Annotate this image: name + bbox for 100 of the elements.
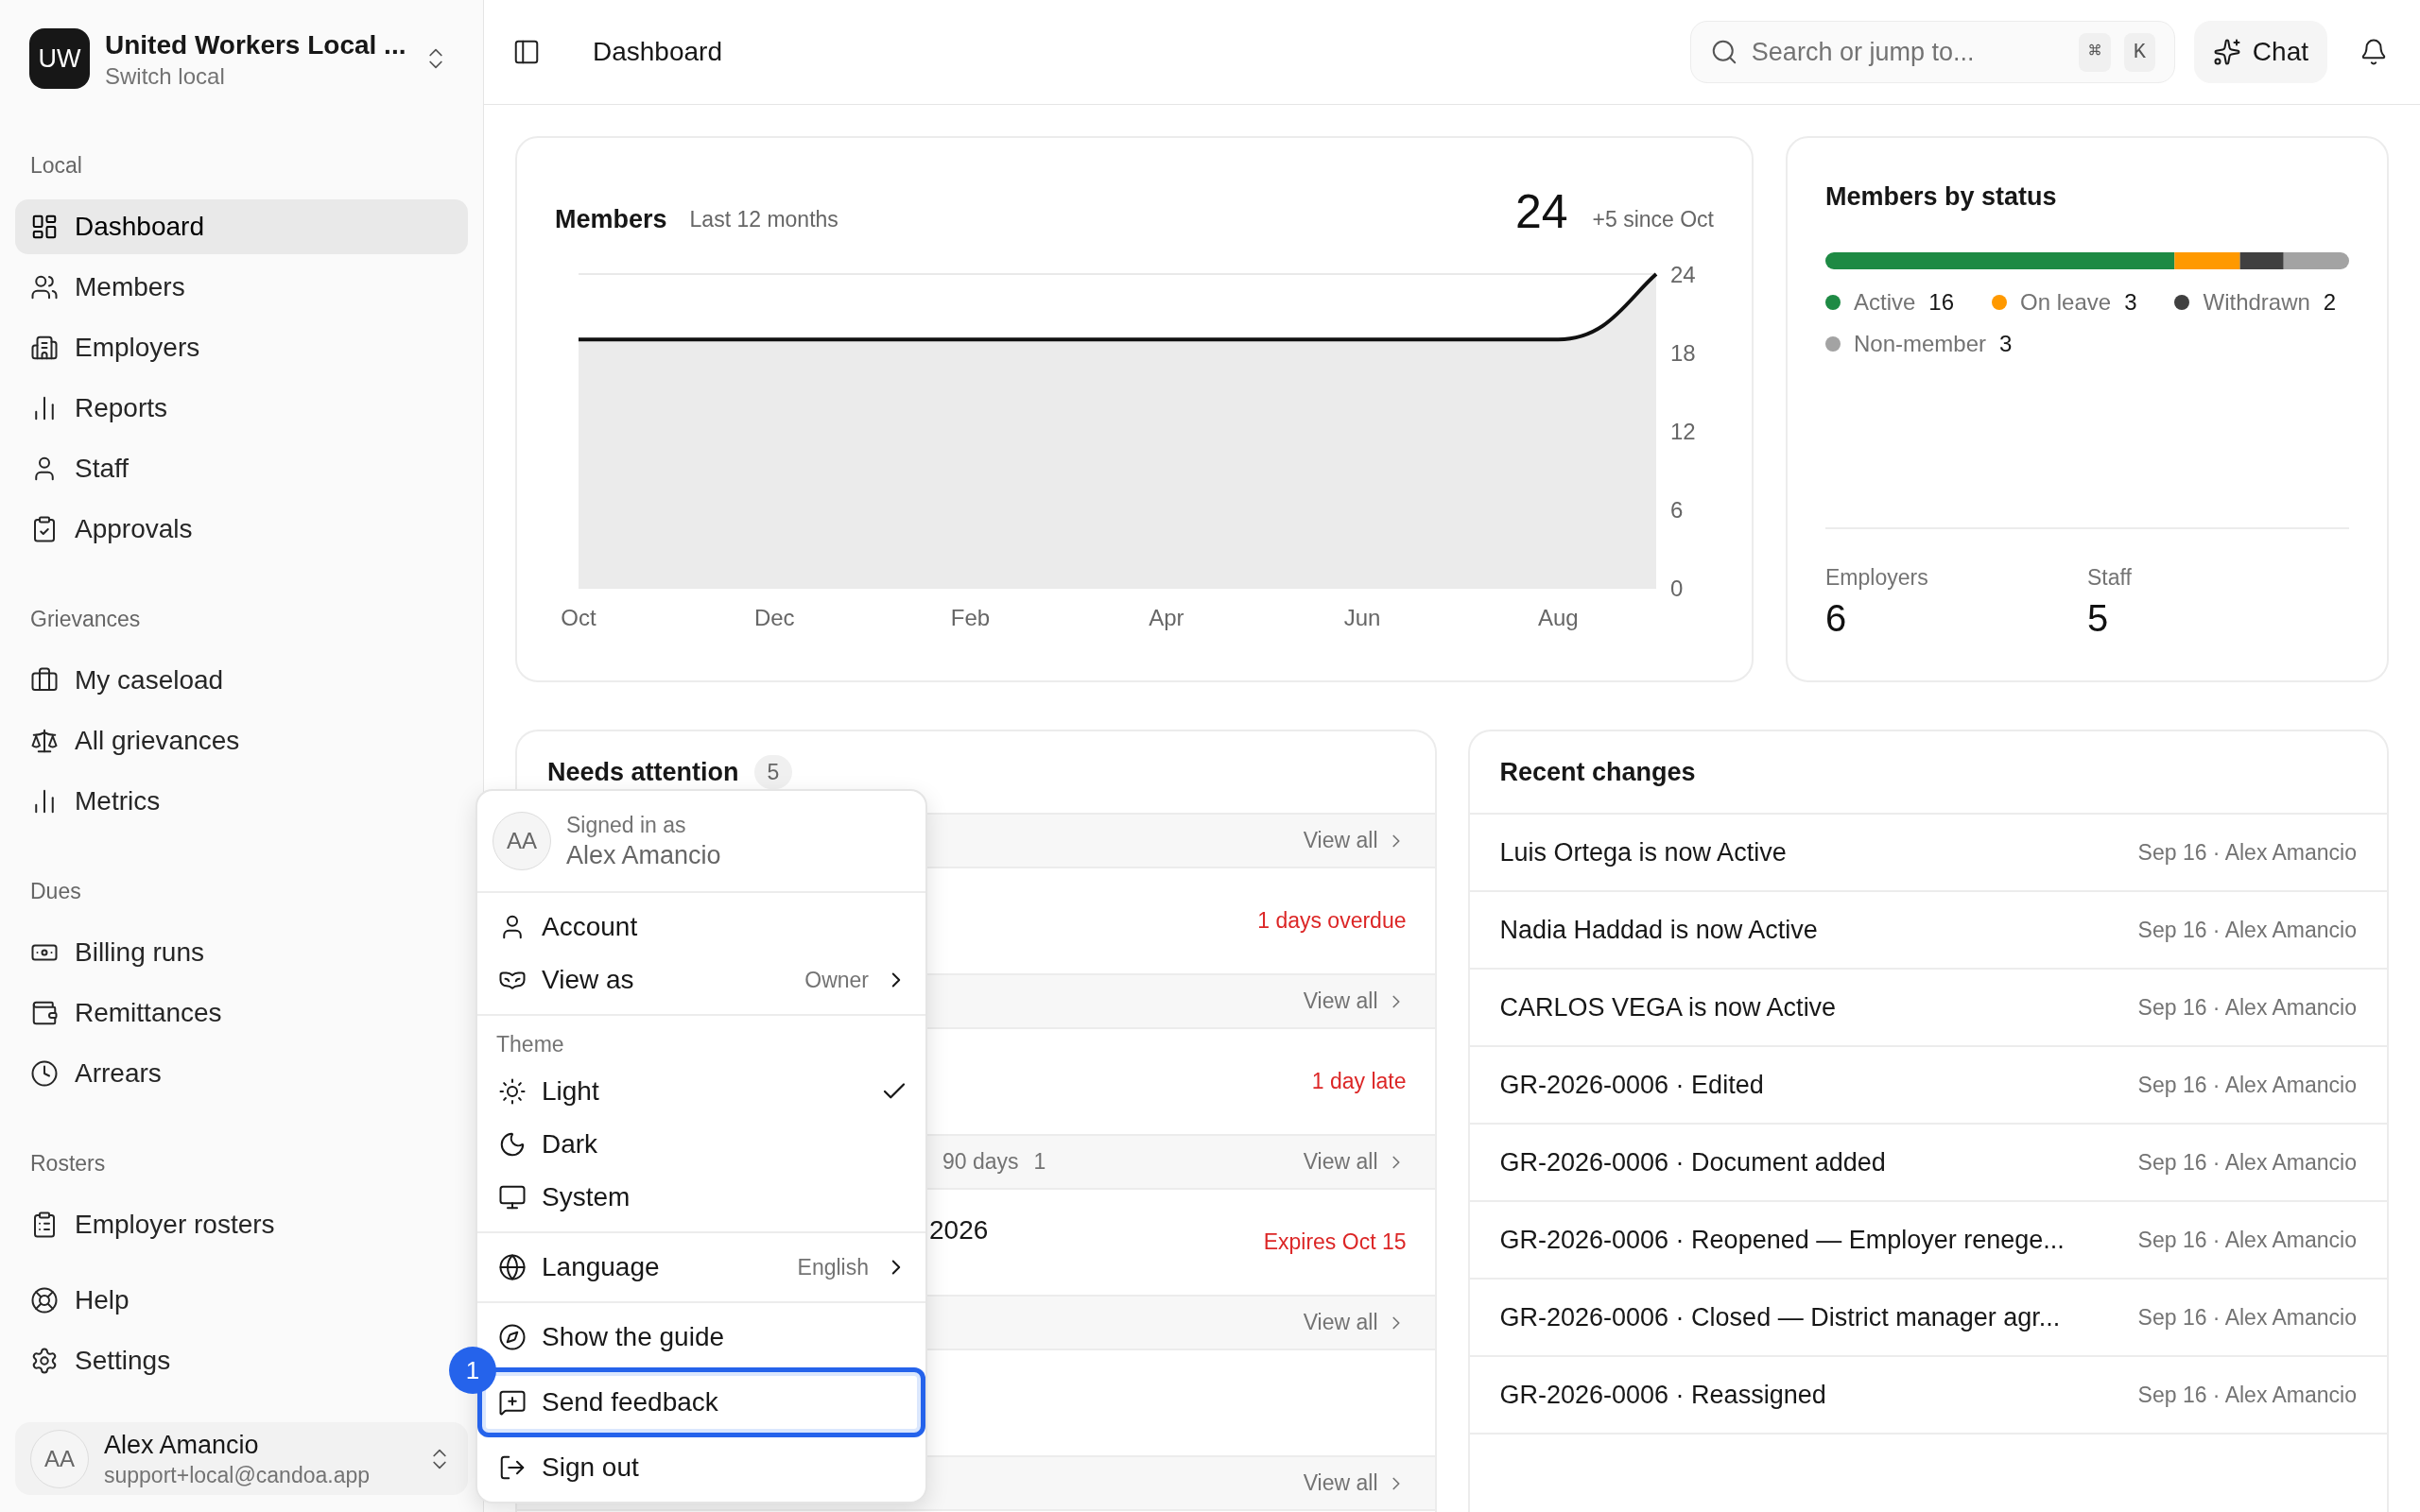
change-text: CARLOS VEGA is now Active — [1499, 991, 1838, 1023]
search-input[interactable]: Search or jump to... — [1751, 32, 2066, 72]
sidebar-toggle-icon[interactable] — [512, 38, 541, 66]
nav-item[interactable]: Arrears — [15, 1046, 468, 1101]
change-row[interactable]: GR-2026-0006 · Edited Sep 16 · Alex Amancio — [1469, 1047, 2387, 1125]
view-all-link[interactable]: View all — [1303, 985, 1407, 1018]
legend-count: 16 — [1928, 287, 1955, 317]
signed-in-name: Alex Amancio — [566, 840, 721, 871]
change-text: Nadia Haddad is now Active — [1499, 914, 1819, 946]
nav-item[interactable]: All grievances — [15, 713, 468, 768]
member-delta: +5 since Oct — [1592, 206, 1714, 233]
change-row[interactable]: Luis Ortega is now Active Sep 16 · Alex Amancio — [1469, 815, 2387, 892]
change-text: GR-2026-0006 · Reassigned — [1499, 1379, 1827, 1411]
nav-item[interactable]: Remittances — [15, 986, 468, 1040]
legend-label: Withdrawn — [2203, 287, 2310, 317]
theme-option[interactable]: System — [498, 1171, 925, 1224]
notifications-icon[interactable] — [2360, 38, 2388, 66]
legend-label: On leave — [2020, 287, 2112, 317]
change-row[interactable]: GR-2026-0006 · Document added Sep 16 · Alex Amancio — [1469, 1125, 2387, 1202]
view-all-link[interactable]: View all — [1303, 1306, 1407, 1339]
settings-icon — [30, 1347, 59, 1375]
nav-item[interactable]: My caseload — [15, 653, 468, 708]
change-meta: Sep 16 · Alex Amancio — [2137, 916, 2357, 944]
nav-item[interactable]: Employers — [15, 320, 468, 375]
item-status: Expires Oct 15 — [1263, 1228, 1407, 1257]
member-total: 24 — [1514, 185, 1568, 238]
change-row[interactable]: Nadia Haddad is now Active Sep 16 · Alex Amancio — [1469, 892, 2387, 970]
card-title: Recent changes — [1499, 756, 1696, 788]
view-all-link[interactable]: View all — [1303, 1145, 1407, 1178]
section-heading: Grievances — [29, 605, 142, 633]
stat-label: Staff — [2087, 563, 2133, 592]
chat-button[interactable]: Chat — [2193, 21, 2327, 83]
search-field[interactable]: Search or jump to... ⌘ K — [1689, 21, 2175, 83]
globe-icon — [498, 1253, 527, 1281]
nav-item[interactable]: Staff — [15, 441, 468, 496]
stat-label: Employers — [1825, 563, 1929, 592]
item-status: 1 day late — [1311, 1068, 1407, 1096]
org-name: United Workers Local ... — [105, 29, 407, 61]
change-meta: Sep 16 · Alex Amancio — [2137, 1381, 2357, 1409]
user-avatar: AA — [493, 812, 551, 870]
building-icon — [30, 334, 59, 362]
legend-label: Non-member — [1854, 329, 1987, 358]
item-status: 1 days overdue — [1257, 907, 1407, 936]
menu-item[interactable]: View as Owner — [498, 954, 925, 1006]
change-text: GR-2026-0006 · Reopened — Employer renege... — [1499, 1224, 2066, 1256]
item-title: 2026 — [929, 1214, 989, 1246]
x-axis-label: Jun — [1343, 605, 1381, 630]
stat-value: 5 — [2087, 596, 2110, 641]
sparkles-icon — [2212, 38, 2241, 66]
x-axis-label: Apr — [1149, 605, 1184, 630]
menu-item[interactable]: Language English — [498, 1241, 925, 1294]
card-title: Members by status — [1825, 181, 2058, 213]
moon-icon — [498, 1130, 527, 1159]
stat-value: 6 — [1825, 596, 1848, 641]
menu-item-value: English — [797, 1253, 869, 1281]
legend-label: Active — [1854, 287, 1916, 317]
y-axis-label: 18 — [1670, 340, 1696, 366]
legend-count: 2 — [2323, 287, 2337, 317]
theme-option[interactable]: Dark — [498, 1118, 925, 1171]
card-subtitle: Last 12 months — [689, 206, 839, 233]
nav-item[interactable]: Billing runs — [15, 925, 468, 980]
change-meta: Sep 16 · Alex Amancio — [2137, 1071, 2357, 1099]
change-meta: Sep 16 · Alex Amancio — [2137, 1303, 2357, 1332]
change-row[interactable]: GR-2026-0006 · Reopened — Employer renege... Sep 16 · Alex Amancio — [1469, 1202, 2387, 1280]
nav-item[interactable]: Help — [15, 1273, 468, 1328]
feedback-icon — [498, 1388, 527, 1417]
count-badge: 5 — [753, 755, 793, 789]
view-all-link[interactable]: View all — [1303, 824, 1407, 857]
change-meta: Sep 16 · Alex Amancio — [2137, 838, 2357, 867]
change-row[interactable]: GR-2026-0006 · Closed — District manager agr... Sep 16 · Alex Amancio — [1469, 1280, 2387, 1357]
nav-item[interactable]: Metrics — [15, 774, 468, 829]
menu-item[interactable]: Sign out — [498, 1441, 925, 1494]
change-row[interactable]: GR-2026-0006 · Reassigned Sep 16 · Alex Amancio — [1469, 1357, 2387, 1435]
page-title: Dashboard — [592, 36, 723, 68]
change-meta: Sep 16 · Alex Amancio — [2137, 1226, 2357, 1254]
change-text: GR-2026-0006 · Edited — [1499, 1069, 1765, 1101]
switch-local-link[interactable]: Switch local — [105, 62, 407, 91]
user-card[interactable]: AA Alex Amancio support+local@candoa.app — [15, 1422, 468, 1495]
nav-item[interactable]: Approvals — [15, 502, 468, 557]
change-row[interactable]: CARLOS VEGA is now Active Sep 16 · Alex Amancio — [1469, 970, 2387, 1047]
section-heading: Dues — [29, 877, 82, 905]
menu-item[interactable]: Show the guide — [498, 1311, 925, 1364]
section-count: 1 — [1033, 1148, 1046, 1177]
menu-heading: Theme — [495, 1030, 565, 1058]
nav-item[interactable]: Employer rosters — [15, 1197, 468, 1252]
menu-item-value: Owner — [804, 966, 869, 994]
theme-option[interactable]: Light — [498, 1065, 925, 1118]
menu-item[interactable]: Account — [498, 901, 925, 954]
view-all-link[interactable]: View all — [1303, 1467, 1407, 1500]
nav-item[interactable]: Dashboard — [15, 199, 468, 254]
menu-item-label: Language — [542, 1251, 661, 1283]
nav-item[interactable]: Reports — [15, 381, 468, 436]
sign-out-icon — [498, 1453, 527, 1482]
change-text: Luis Ortega is now Active — [1499, 836, 1788, 868]
y-axis-label: 12 — [1670, 419, 1696, 444]
nav-item[interactable]: Members — [15, 260, 468, 315]
section-label: 90 days — [942, 1148, 1019, 1177]
change-text: GR-2026-0006 · Closed — District manager agr... — [1499, 1301, 2062, 1333]
users-icon — [30, 273, 59, 301]
sun-icon — [498, 1077, 527, 1106]
